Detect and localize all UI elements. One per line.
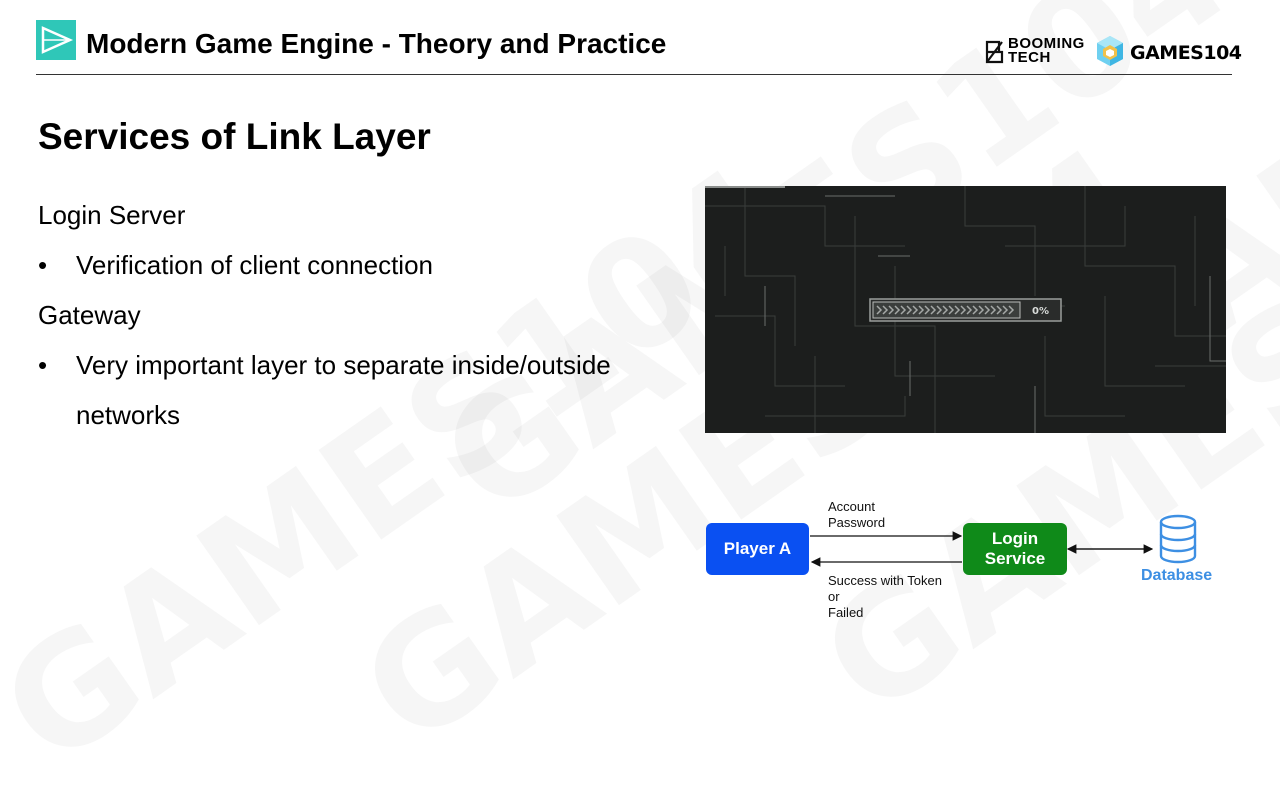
response-label-line: Failed	[828, 605, 864, 620]
login-flow-arrows	[810, 531, 1154, 567]
response-label: Success with Token or Failed	[828, 573, 942, 621]
response-label-line: or	[828, 589, 840, 604]
database-label: Database	[1141, 567, 1213, 584]
database-icon	[1159, 514, 1197, 564]
login-service-box: Login Service	[963, 523, 1067, 575]
request-label: Account Password	[828, 499, 885, 531]
response-label-line: Success with Token	[828, 573, 942, 588]
request-label-line: Password	[828, 515, 886, 530]
login-service-label: Service	[984, 549, 1046, 568]
login-service-label: Login	[991, 529, 1039, 548]
request-label-line: Account	[828, 499, 875, 514]
player-a-box: Player A	[706, 523, 809, 575]
